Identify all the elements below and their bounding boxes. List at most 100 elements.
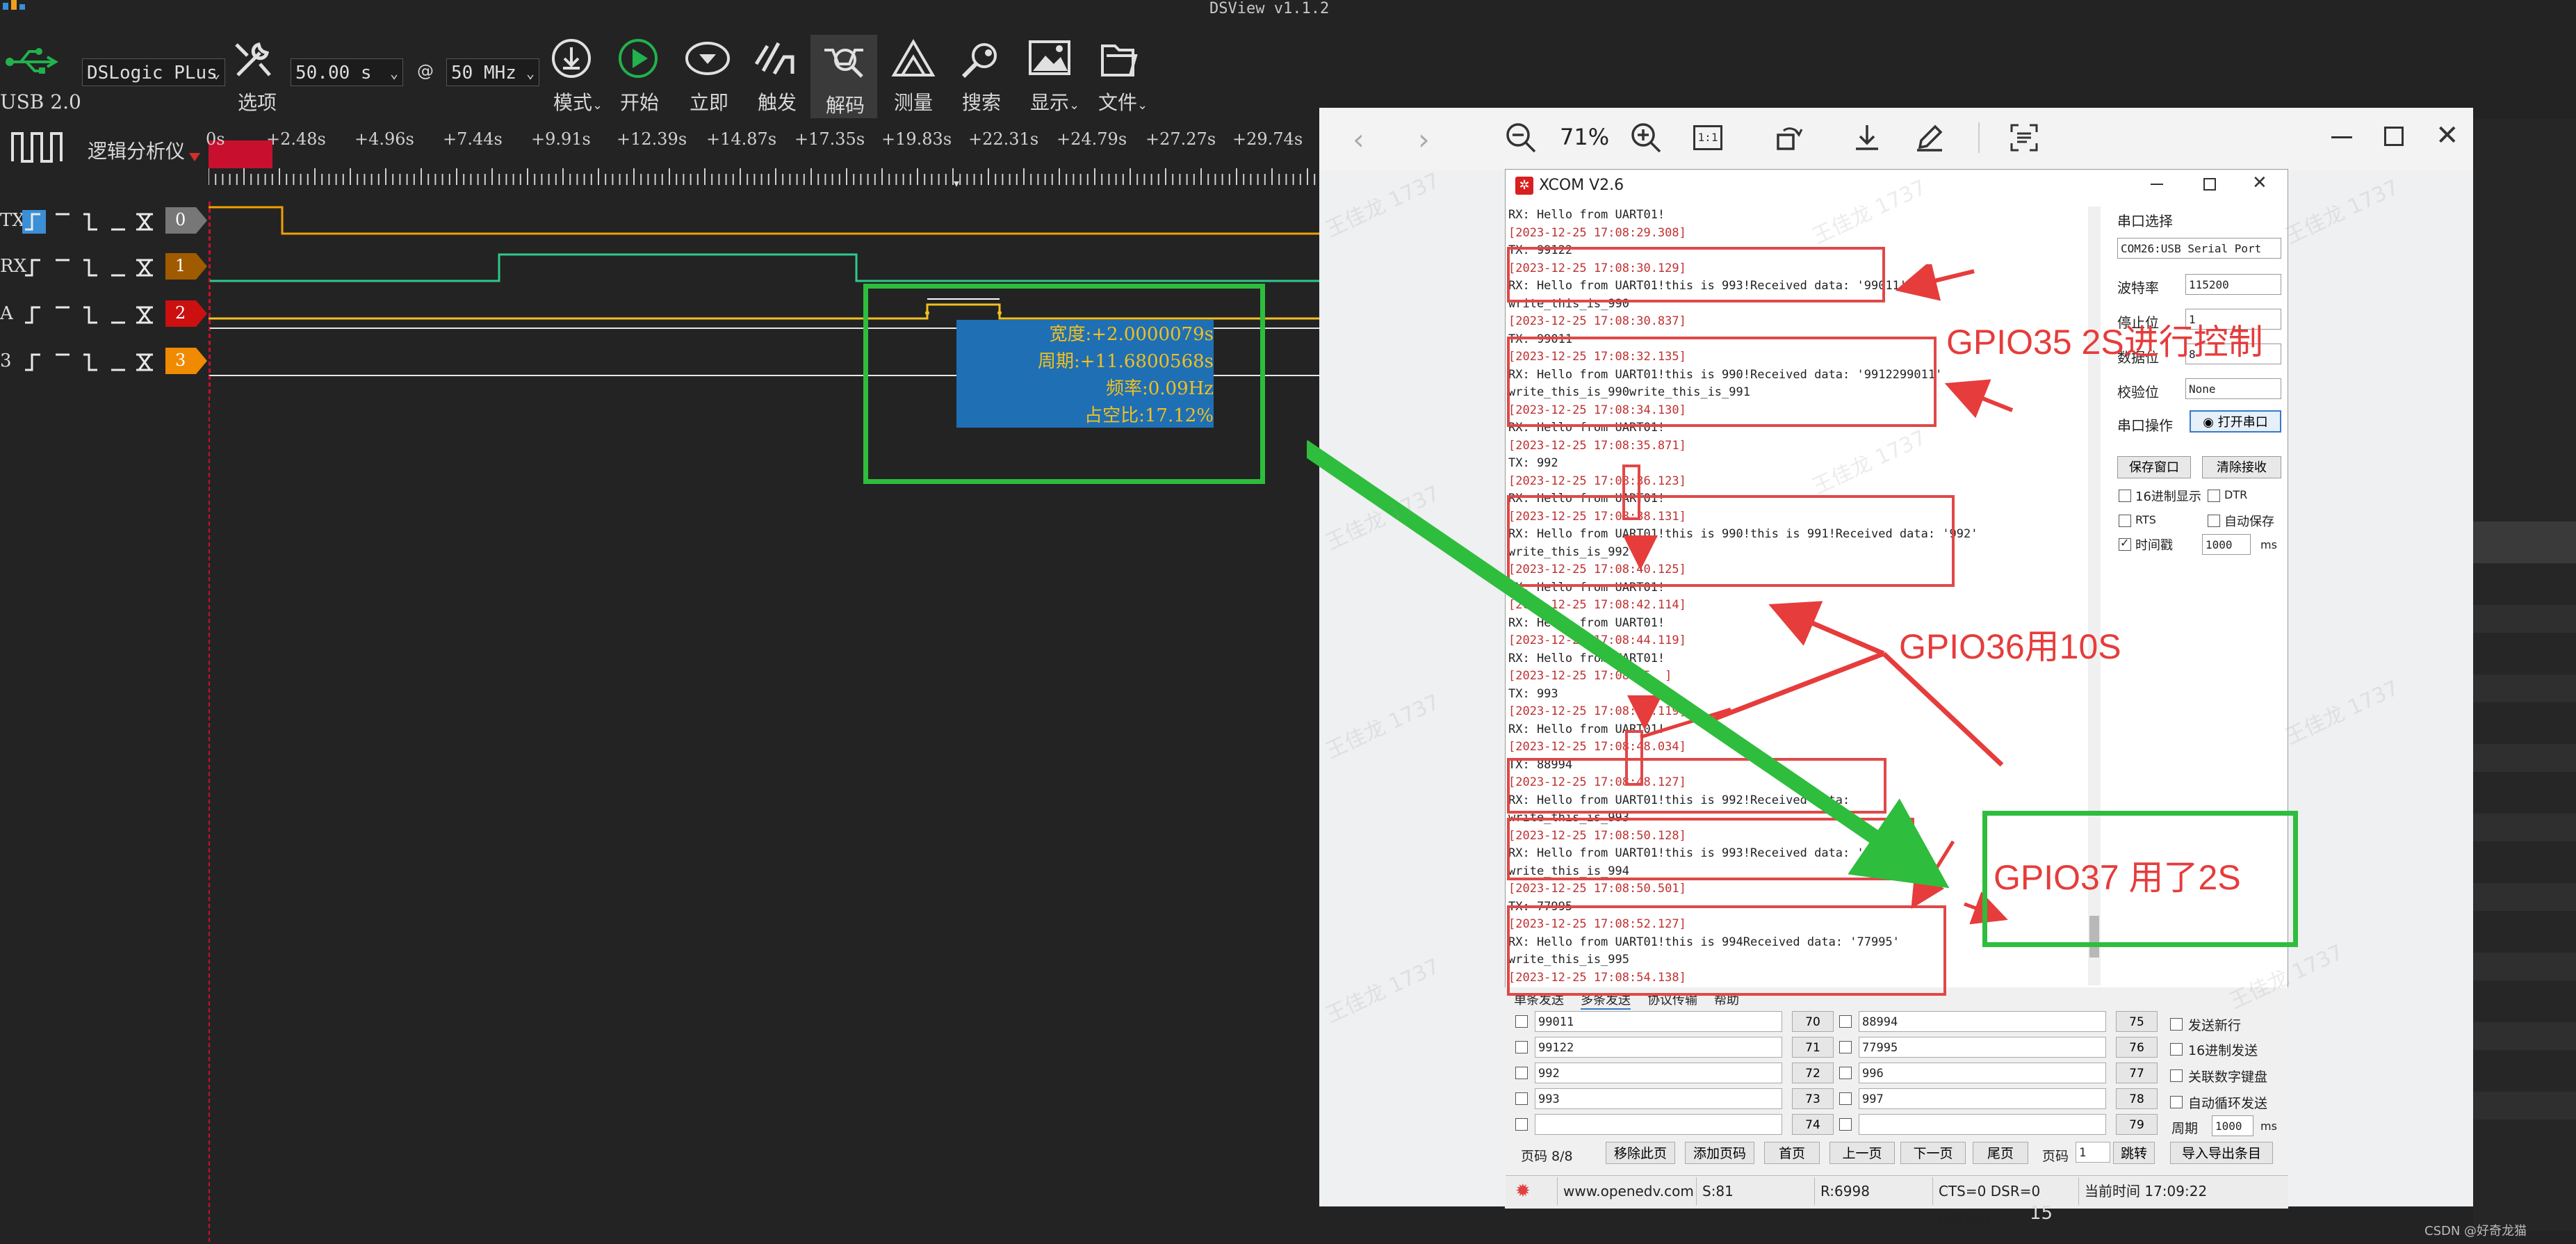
trigger-options-icon[interactable] bbox=[21, 210, 157, 234]
multi-send-checkbox[interactable] bbox=[1839, 1041, 1852, 1053]
add-page-button[interactable]: 添加页码 bbox=[1685, 1142, 1754, 1164]
maximize-icon[interactable] bbox=[2384, 127, 2404, 146]
multi-send-input[interactable]: 99122 bbox=[1535, 1037, 1782, 1058]
rotate-icon[interactable] bbox=[1774, 122, 1804, 153]
multi-send-button[interactable]: 77 bbox=[2116, 1063, 2158, 1083]
multi-send-button[interactable]: 71 bbox=[1792, 1037, 1834, 1058]
scan-text-icon[interactable] bbox=[2009, 122, 2039, 153]
measure-icon[interactable] bbox=[888, 36, 938, 81]
remove-page-button[interactable]: 移除此页 bbox=[1606, 1142, 1675, 1164]
measure-label[interactable]: 测量 bbox=[894, 88, 933, 115]
period-input[interactable]: 1000 bbox=[2212, 1115, 2253, 1136]
multi-send-button[interactable]: 74 bbox=[1792, 1114, 1834, 1135]
numpad-checkbox[interactable] bbox=[2170, 1069, 2183, 1082]
zoom-in-icon[interactable] bbox=[1629, 121, 1663, 154]
trigger-label[interactable]: 触发 bbox=[758, 88, 797, 115]
trigger-options-icon[interactable] bbox=[21, 303, 157, 327]
multi-send-input[interactable]: 88994 bbox=[1859, 1011, 2106, 1032]
multi-send-input[interactable] bbox=[1535, 1114, 1782, 1135]
multi-send-checkbox[interactable] bbox=[1839, 1118, 1852, 1131]
actual-size-icon[interactable]: 1:1 bbox=[1693, 125, 1722, 150]
multi-send-checkbox[interactable] bbox=[1515, 1041, 1528, 1053]
channel-index-badge[interactable]: 3 bbox=[165, 348, 207, 374]
credit: CSDN @好奇龙猫 bbox=[2424, 1224, 2527, 1238]
multi-send-button[interactable]: 78 bbox=[2116, 1088, 2158, 1109]
multi-send-button[interactable]: 76 bbox=[2116, 1037, 2158, 1058]
channel-index-badge[interactable]: 1 bbox=[165, 253, 207, 280]
multi-send-input[interactable]: 996 bbox=[1859, 1063, 2106, 1083]
download-icon[interactable] bbox=[1852, 122, 1882, 153]
start-label[interactable]: 开始 bbox=[620, 88, 659, 115]
trigger-options-icon[interactable] bbox=[21, 256, 157, 280]
rate-select[interactable]: 50 MHz ⌄ bbox=[446, 58, 539, 86]
multi-send-button[interactable]: 72 bbox=[1792, 1063, 1834, 1083]
multi-send-input[interactable]: 992 bbox=[1535, 1063, 1782, 1083]
multi-send-checkbox[interactable] bbox=[1515, 1092, 1528, 1105]
prev-page-button[interactable]: 上一页 bbox=[1829, 1142, 1895, 1164]
decode-icon[interactable] bbox=[819, 36, 869, 81]
search-icon[interactable] bbox=[956, 36, 1006, 81]
xcom-minimize-icon[interactable] bbox=[2151, 184, 2163, 185]
hex-send-checkbox[interactable] bbox=[2170, 1043, 2183, 1056]
multi-send-checkbox[interactable] bbox=[1515, 1118, 1528, 1131]
close-icon[interactable]: ✕ bbox=[2436, 120, 2459, 152]
port-select[interactable]: COM26:USB Serial Port bbox=[2117, 238, 2281, 259]
instant-label[interactable]: 立即 bbox=[690, 88, 728, 115]
forward-arrow-icon[interactable]: › bbox=[1418, 122, 1430, 156]
file-button-label[interactable]: 文件⌄ bbox=[1098, 88, 1148, 115]
gear-icon[interactable]: ✹ bbox=[1515, 1181, 1531, 1202]
multi-send-checkbox[interactable] bbox=[1839, 1067, 1852, 1079]
display-icon[interactable] bbox=[1025, 36, 1075, 81]
mode-button-label[interactable]: 模式⌄ bbox=[553, 88, 603, 115]
cursor-marker-icon[interactable] bbox=[189, 153, 200, 161]
trigger-options-icon[interactable] bbox=[21, 350, 157, 374]
file-icon[interactable] bbox=[1093, 36, 1143, 81]
goto-page-input[interactable]: 1 bbox=[2076, 1142, 2110, 1163]
edit-pen-icon[interactable] bbox=[1914, 122, 1945, 153]
multi-send-checkbox[interactable] bbox=[1515, 1067, 1528, 1079]
minimize-icon[interactable] bbox=[2331, 136, 2352, 138]
send-newline-checkbox[interactable] bbox=[2170, 1018, 2183, 1031]
trigger-icon[interactable] bbox=[751, 36, 801, 81]
xcom-close-icon[interactable]: ✕ bbox=[2252, 172, 2267, 193]
multi-send-checkbox[interactable] bbox=[1515, 1015, 1528, 1028]
last-page-button[interactable]: 尾页 bbox=[1973, 1142, 2028, 1164]
duration-select[interactable]: 50.00 s ⌄ bbox=[291, 58, 403, 86]
multi-send-button[interactable]: 73 bbox=[1792, 1088, 1834, 1109]
multi-send-button[interactable]: 79 bbox=[2116, 1114, 2158, 1135]
instant-icon[interactable] bbox=[683, 36, 733, 81]
channel-row[interactable]: TX 0 bbox=[0, 207, 209, 249]
channel-index-badge[interactable]: 0 bbox=[165, 207, 207, 234]
search-label[interactable]: 搜索 bbox=[962, 88, 1001, 115]
multi-send-checkbox[interactable] bbox=[1839, 1015, 1852, 1028]
status-url[interactable]: www.openedv.com bbox=[1557, 1177, 1696, 1205]
multi-send-input[interactable]: 77995 bbox=[1859, 1037, 2106, 1058]
xcom-maximize-icon[interactable] bbox=[2203, 178, 2216, 191]
channel-row[interactable]: A2 bbox=[0, 300, 209, 342]
multi-send-input[interactable] bbox=[1859, 1114, 2106, 1135]
mode-icon[interactable] bbox=[546, 36, 596, 81]
first-page-button[interactable]: 首页 bbox=[1764, 1142, 1820, 1164]
auto-loop-checkbox[interactable] bbox=[2170, 1096, 2183, 1108]
channel-row[interactable]: 33 bbox=[0, 348, 209, 389]
multi-send-input[interactable]: 997 bbox=[1859, 1088, 2106, 1109]
start-icon[interactable] bbox=[613, 36, 663, 81]
import-export-button[interactable]: 导入导出条目 bbox=[2170, 1142, 2273, 1164]
device-select[interactable]: DSLogic PLus ⌄ bbox=[82, 58, 225, 86]
multi-send-button[interactable]: 70 bbox=[1792, 1011, 1834, 1032]
next-page-button[interactable]: 下一页 bbox=[1900, 1142, 1966, 1164]
display-button-label[interactable]: 显示⌄ bbox=[1030, 88, 1079, 115]
jump-button[interactable]: 跳转 bbox=[2113, 1142, 2155, 1164]
options-label[interactable]: 选项 bbox=[238, 88, 277, 115]
multi-send-checkbox[interactable] bbox=[1839, 1092, 1852, 1105]
multi-send-input[interactable]: 99011 bbox=[1535, 1011, 1782, 1032]
wrench-icon[interactable] bbox=[229, 36, 279, 81]
zoom-out-icon[interactable] bbox=[1504, 121, 1538, 154]
back-arrow-icon[interactable]: ‹ bbox=[1353, 122, 1364, 156]
channel-row[interactable]: RX 1 bbox=[0, 253, 209, 295]
multi-send-input[interactable]: 993 bbox=[1535, 1088, 1782, 1109]
channel-index-badge[interactable]: 2 bbox=[165, 300, 207, 327]
multi-send-button[interactable]: 75 bbox=[2116, 1011, 2158, 1032]
decode-label[interactable]: 解码 bbox=[826, 90, 865, 118]
usb-icon[interactable] bbox=[6, 45, 61, 79]
